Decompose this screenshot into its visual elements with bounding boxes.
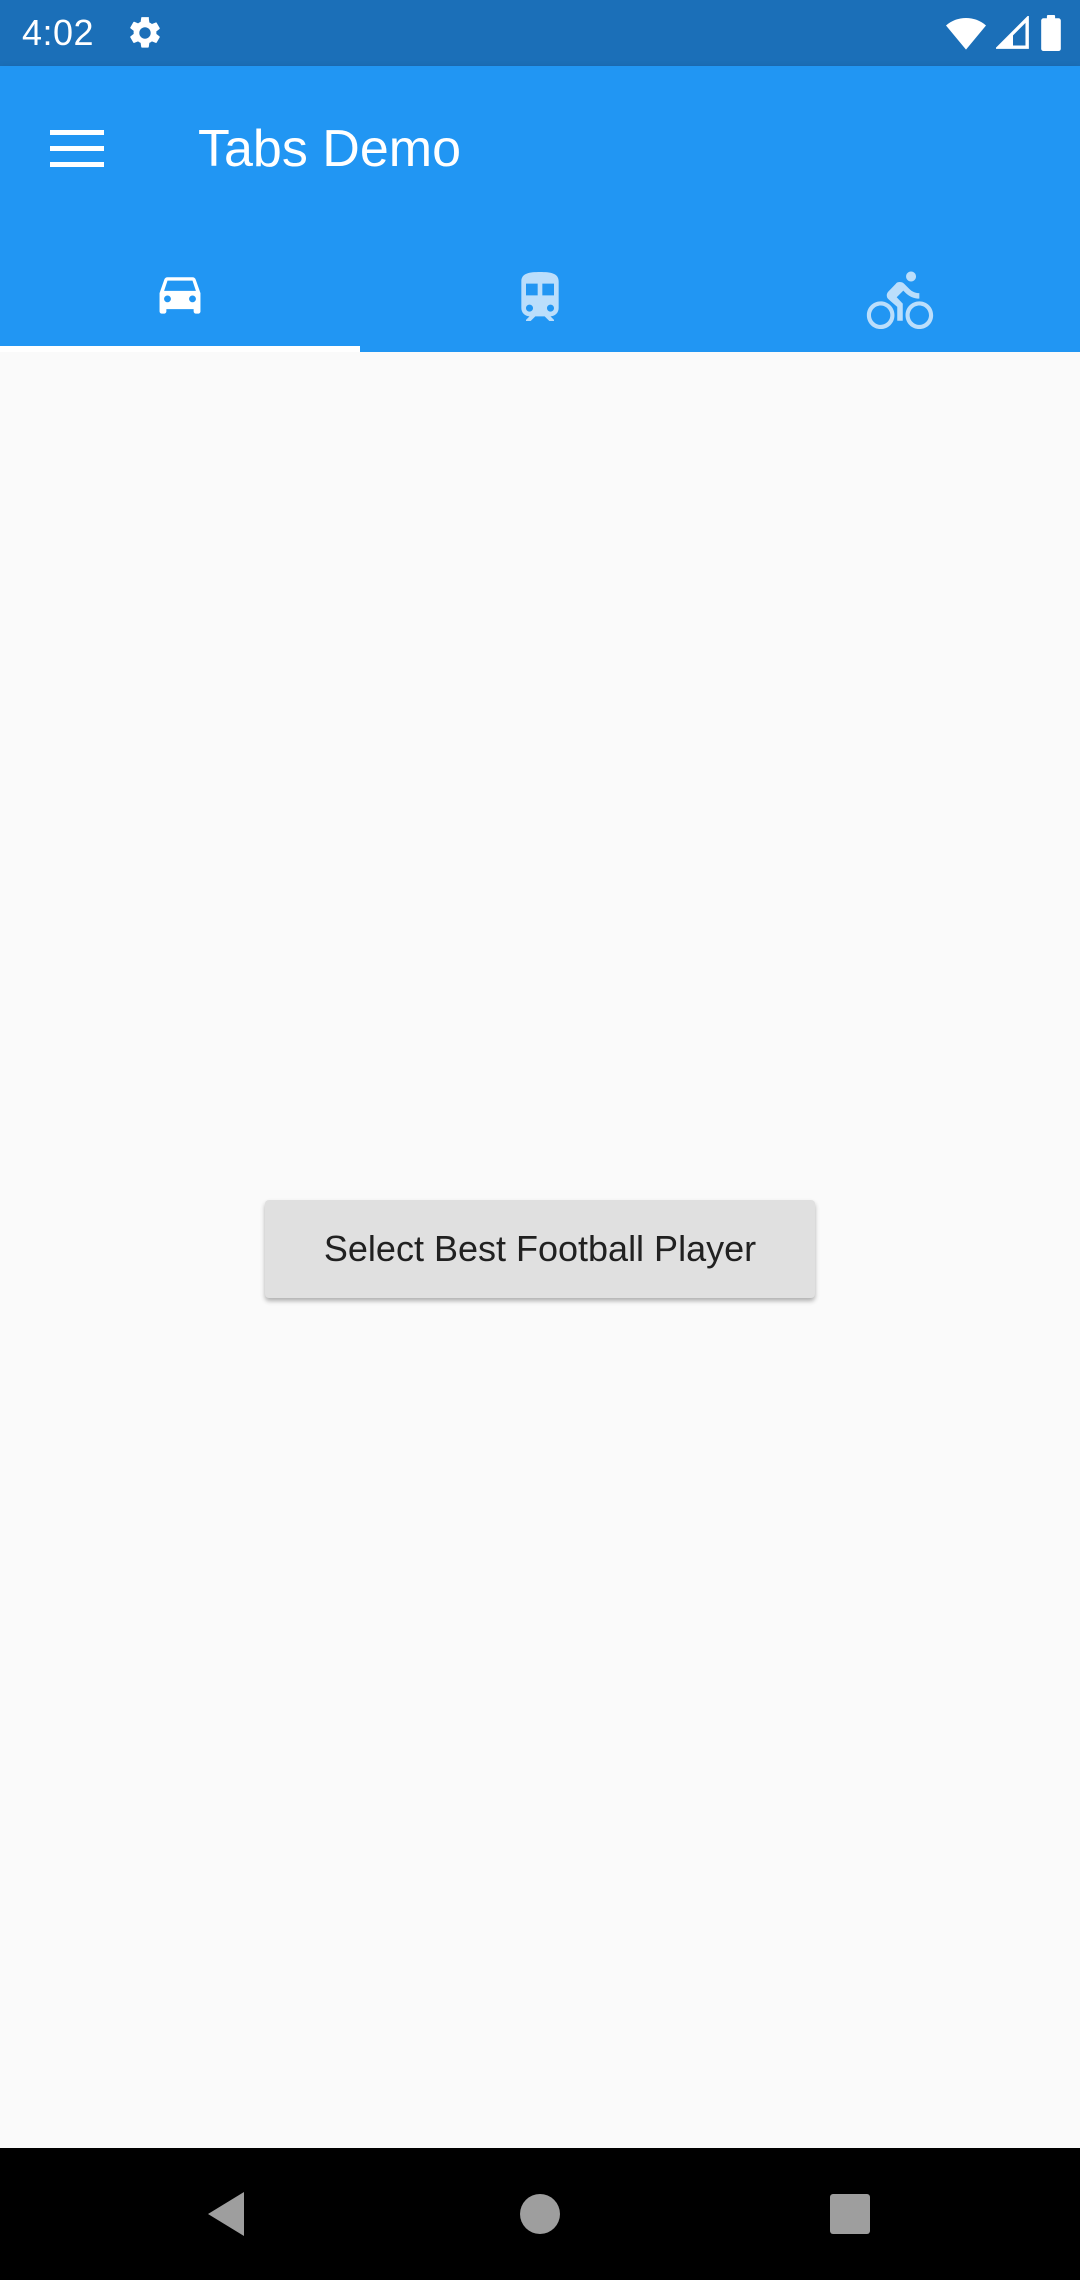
navigation-bar: [0, 2148, 1080, 2280]
tab-bar: [0, 248, 1080, 352]
recents-button[interactable]: [784, 2148, 916, 2280]
train-icon: [521, 272, 559, 321]
home-button[interactable]: [474, 2148, 606, 2280]
battery-icon: [1041, 15, 1061, 51]
back-icon: [208, 2192, 244, 2236]
home-icon: [520, 2194, 560, 2234]
status-time: 4:02: [22, 12, 95, 53]
app-bar: Tabs Demo: [0, 66, 1080, 352]
tab-bicycle[interactable]: [720, 248, 1080, 352]
status-bar: 4:02: [0, 0, 1080, 66]
tab-content: Select Best Football Player: [0, 352, 1080, 2148]
app-title: Tabs Demo: [198, 120, 461, 178]
wifi-icon: [946, 18, 986, 50]
tab-train[interactable]: [360, 248, 720, 352]
car-icon: [159, 277, 201, 314]
menu-button[interactable]: [40, 112, 114, 186]
recents-icon: [830, 2194, 870, 2234]
cellular-signal-icon: [996, 16, 1029, 49]
tab-car[interactable]: [0, 248, 360, 352]
back-button[interactable]: [160, 2148, 292, 2280]
hamburger-menu-icon: [50, 130, 104, 167]
select-best-football-player-button[interactable]: Select Best Football Player: [265, 1200, 815, 1298]
bicycle-icon: [866, 271, 934, 329]
status-icons: [946, 14, 1062, 52]
settings-icon: [130, 17, 160, 48]
